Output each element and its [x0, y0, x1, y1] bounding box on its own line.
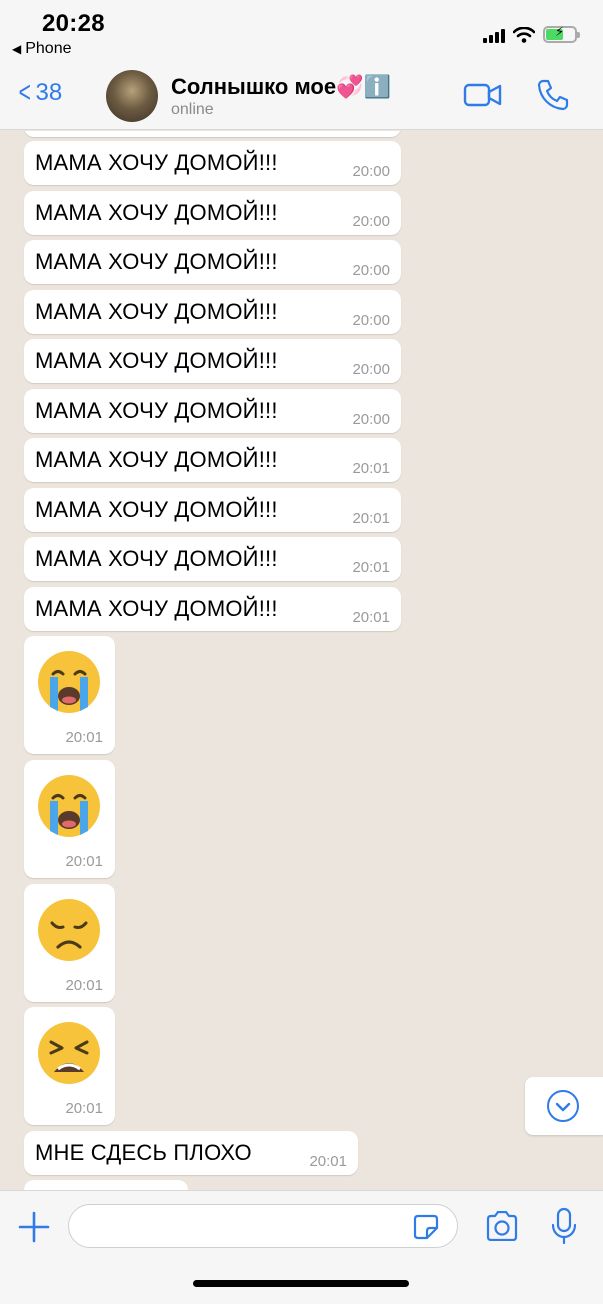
message-bubble[interactable]: МАМА ХОЧУ ДОМОЙ!!! 20:00	[24, 339, 401, 383]
partial-message-bottom	[24, 1180, 188, 1190]
message-time: 20:01	[65, 729, 103, 746]
message-text: МАМА ХОЧУ ДОМОЙ!!!	[35, 398, 278, 423]
message-text: МАМА ХОЧУ ДОМОЙ!!!	[35, 447, 278, 472]
emoji-message-bubble[interactable]: 20:01	[24, 636, 115, 754]
contact-status: online	[171, 101, 214, 118]
contact-name[interactable]: Солнышко мое💞ℹ️	[171, 74, 391, 100]
message-bubble[interactable]: МНЕ СДЕСЬ ПЛОХО 20:01	[24, 1131, 358, 1175]
message-text: МАМА ХОЧУ ДОМОЙ!!!	[35, 150, 278, 175]
emoji-message-bubble[interactable]: 20:01	[24, 884, 115, 1002]
message-time: 20:01	[352, 510, 390, 527]
message-time: 20:01	[352, 609, 390, 626]
camera-icon[interactable]	[485, 1211, 519, 1241]
cellular-signal-icon	[483, 27, 505, 43]
back-triangle-icon: ◀	[12, 42, 22, 56]
plus-icon[interactable]	[18, 1211, 50, 1243]
video-call-icon[interactable]	[463, 80, 503, 110]
back-app-label: Phone	[25, 40, 72, 57]
loudly-crying-face-icon	[38, 775, 100, 837]
unread-count: 38	[35, 79, 63, 106]
message-time: 20:00	[352, 262, 390, 279]
message-input[interactable]	[68, 1204, 458, 1248]
message-time: 20:00	[352, 213, 390, 230]
loudly-crying-face-icon	[38, 651, 100, 713]
tired-face-icon	[38, 1022, 100, 1084]
message-bubble[interactable]: МАМА ХОЧУ ДОМОЙ!!! 20:01	[24, 537, 401, 581]
chevron-left-icon: <	[18, 76, 31, 109]
status-bar: 20:28 ◀ Phone ⚡	[0, 0, 603, 64]
message-time: 20:01	[352, 460, 390, 477]
message-bubble[interactable]: МАМА ХОЧУ ДОМОЙ!!! 20:01	[24, 587, 401, 631]
message-bubble[interactable]: МАМА ХОЧУ ДОМОЙ!!! 20:00	[24, 141, 401, 185]
message-text: МАМА ХОЧУ ДОМОЙ!!!	[35, 596, 278, 621]
chevron-down-icon	[547, 1090, 579, 1122]
chat-header: < 38 Солнышко мое💞ℹ️ online	[0, 64, 603, 130]
home-indicator	[193, 1280, 409, 1287]
status-time: 20:28	[42, 10, 105, 37]
message-bubble[interactable]: МАМА ХОЧУ ДОМОЙ!!! 20:01	[24, 438, 401, 482]
disappointed-face-icon	[38, 899, 100, 961]
message-time: 20:00	[352, 411, 390, 428]
message-bubble[interactable]: МАМА ХОЧУ ДОМОЙ!!! 20:00	[24, 389, 401, 433]
message-time: 20:01	[65, 853, 103, 870]
phone-call-icon[interactable]	[536, 78, 570, 112]
message-time: 20:00	[352, 361, 390, 378]
message-time: 20:00	[352, 163, 390, 180]
contact-avatar[interactable]	[106, 70, 158, 122]
message-time: 20:01	[352, 559, 390, 576]
message-text: МАМА ХОЧУ ДОМОЙ!!!	[35, 497, 278, 522]
wifi-icon	[513, 26, 535, 43]
message-bubble[interactable]: МАМА ХОЧУ ДОМОЙ!!! 20:01	[24, 488, 401, 532]
chat-messages[interactable]: МАМА ХОЧУ ДОМОЙ!!! 20:00 МАМА ХОЧУ ДОМОЙ…	[0, 131, 603, 1190]
message-bubble[interactable]: МАМА ХОЧУ ДОМОЙ!!! 20:00	[24, 290, 401, 334]
battery-icon: ⚡	[543, 24, 580, 43]
message-text: МАМА ХОЧУ ДОМОЙ!!!	[35, 299, 278, 324]
message-text: МАМА ХОЧУ ДОМОЙ!!!	[35, 249, 278, 274]
status-icons: ⚡	[483, 24, 580, 43]
message-bubble[interactable]: МАМА ХОЧУ ДОМОЙ!!! 20:00	[24, 240, 401, 284]
message-text: МНЕ СДЕСЬ ПЛОХО	[35, 1140, 252, 1165]
message-time: 20:01	[65, 977, 103, 994]
message-time: 20:01	[65, 1100, 103, 1117]
message-text: МАМА ХОЧУ ДОМОЙ!!!	[35, 546, 278, 571]
back-to-app-link[interactable]: ◀ Phone	[12, 40, 72, 58]
message-bubble[interactable]: МАМА ХОЧУ ДОМОЙ!!! 20:00	[24, 191, 401, 235]
scroll-to-bottom-button[interactable]	[525, 1077, 603, 1135]
message-text: МАМА ХОЧУ ДОМОЙ!!!	[35, 348, 278, 373]
message-input-bar	[0, 1190, 603, 1304]
emoji-message-bubble[interactable]: 20:01	[24, 1007, 115, 1125]
emoji-message-bubble[interactable]: 20:01	[24, 760, 115, 878]
message-text: МАМА ХОЧУ ДОМОЙ!!!	[35, 200, 278, 225]
microphone-icon[interactable]	[551, 1207, 577, 1245]
message-time: 20:00	[352, 312, 390, 329]
message-time: 20:01	[309, 1153, 347, 1170]
back-button[interactable]: < 38	[16, 76, 63, 109]
sticker-icon[interactable]	[412, 1213, 440, 1241]
partial-message-top	[24, 131, 401, 137]
